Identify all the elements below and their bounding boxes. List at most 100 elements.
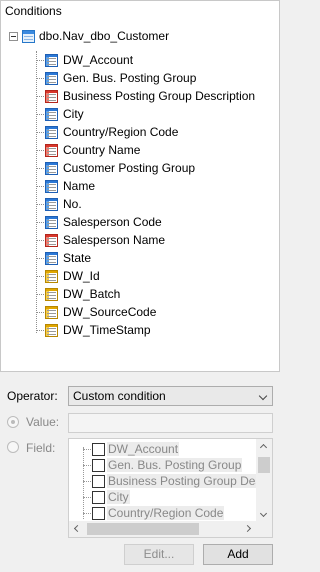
conditions-group: Conditions dbo.Nav_dbo_Customer DW_Accou… (0, 0, 280, 372)
tree-item-label: DW_Batch (63, 287, 121, 301)
tree-root-node[interactable]: dbo.Nav_dbo_Customer (9, 27, 169, 45)
list-connector-branch (83, 497, 91, 498)
value-label: Value: (26, 415, 60, 429)
field-list-item-label: Country/Region Code (107, 506, 225, 520)
field-yellow-icon (45, 287, 58, 301)
field-blue-icon (45, 161, 58, 175)
tree-item[interactable]: Country/Region Code (36, 123, 178, 141)
scroll-up-icon[interactable] (259, 443, 268, 452)
tree-item[interactable]: Name (36, 177, 95, 195)
tree-item[interactable]: City (36, 105, 84, 123)
field-blue-icon (45, 251, 58, 265)
tree-item-label: DW_SourceCode (63, 305, 157, 319)
tree-connector-branch (36, 311, 44, 313)
tree-connector-branch (36, 329, 44, 331)
tree-item-label: City (63, 107, 84, 121)
tree-connector-branch (36, 257, 44, 259)
operator-select[interactable]: Custom condition (68, 386, 273, 406)
tree-item-label: No. (63, 197, 82, 211)
tree-item-label: State (63, 251, 92, 265)
tree-item-label: Customer Posting Group (63, 161, 196, 175)
tree-item[interactable]: DW_Id (36, 267, 100, 285)
tree-item[interactable]: No. (36, 195, 82, 213)
field-label: Field: (26, 441, 56, 455)
tree-item[interactable]: DW_TimeStamp (36, 321, 151, 339)
tree-root-label: dbo.Nav_dbo_Customer (39, 29, 170, 43)
value-input[interactable] (68, 413, 273, 433)
checkbox[interactable] (92, 490, 105, 504)
operator-selected-value: Custom condition (73, 389, 166, 403)
value-radio[interactable] (7, 416, 19, 428)
vertical-scrollbar[interactable] (256, 439, 272, 523)
field-red-icon (45, 143, 58, 157)
field-red-icon (45, 89, 58, 103)
field-list-item[interactable]: Gen. Bus. Posting Group (92, 457, 243, 473)
checkbox[interactable] (92, 474, 105, 488)
horizontal-scrollbar[interactable] (69, 521, 256, 537)
tree-item-label: Name (63, 179, 96, 193)
tree-connector-branch (36, 77, 44, 79)
conditions-title: Conditions (5, 4, 62, 18)
tree-item-label: Salesperson Name (63, 233, 166, 247)
list-connector-branch (83, 465, 91, 466)
field-list-item-label: Business Posting Group Descrip (107, 474, 272, 488)
tree-item[interactable]: DW_Batch (36, 285, 120, 303)
tree-item-label: Business Posting Group Description (63, 89, 256, 103)
tree-item[interactable]: Business Posting Group Description (36, 87, 255, 105)
field-list-item[interactable]: Business Posting Group Descrip (92, 473, 272, 489)
edit-button[interactable]: Edit... (124, 544, 194, 565)
hscroll-thumb[interactable] (87, 523, 199, 535)
tree-item[interactable]: State (36, 249, 91, 267)
checkbox[interactable] (92, 458, 105, 472)
tree-connector-branch (36, 185, 44, 187)
tree-connector-branch (36, 59, 44, 61)
tree-item[interactable]: DW_Account (36, 51, 133, 69)
list-connector-branch (83, 513, 91, 514)
conditions-tree[interactable]: dbo.Nav_dbo_Customer DW_Account Gen. Bus.… (1, 23, 279, 371)
scroll-left-icon[interactable] (73, 524, 82, 533)
tree-connector-branch (36, 203, 44, 205)
field-blue-icon (45, 53, 58, 67)
field-listbox[interactable]: DW_Account Gen. Bus. Posting Group Busines… (68, 438, 273, 538)
field-list-item[interactable]: City (92, 489, 130, 505)
add-button[interactable]: Add (203, 544, 273, 565)
tree-connector-branch (36, 275, 44, 277)
tree-item[interactable]: Salesperson Name (36, 231, 165, 249)
field-yellow-icon (45, 323, 58, 337)
list-connector (83, 447, 84, 519)
table-icon (22, 29, 35, 43)
field-blue-icon (45, 71, 58, 85)
field-yellow-icon (45, 269, 58, 283)
list-connector-branch (83, 449, 91, 450)
tree-connector-branch (36, 95, 44, 97)
tree-item[interactable]: Country Name (36, 141, 140, 159)
field-red-icon (45, 233, 58, 247)
tree-connector-branch (36, 167, 44, 169)
field-list-item[interactable]: DW_Account (92, 441, 180, 457)
list-connector-branch (83, 481, 91, 482)
tree-item[interactable]: Customer Posting Group (36, 159, 195, 177)
chevron-down-icon (258, 391, 268, 401)
tree-item[interactable]: Salesperson Code (36, 213, 162, 231)
field-blue-icon (45, 197, 58, 211)
tree-item[interactable]: DW_SourceCode (36, 303, 156, 321)
checkbox[interactable] (92, 506, 105, 520)
field-radio[interactable] (7, 441, 19, 453)
collapse-icon[interactable] (9, 31, 18, 41)
field-yellow-icon (45, 305, 58, 319)
tree-connector-branch (36, 221, 44, 223)
field-blue-icon (45, 179, 58, 193)
tree-item[interactable]: Gen. Bus. Posting Group (36, 69, 196, 87)
scroll-down-icon[interactable] (259, 509, 268, 518)
checkbox[interactable] (92, 442, 105, 456)
tree-item-label: DW_TimeStamp (63, 323, 151, 337)
tree-item-label: Gen. Bus. Posting Group (63, 71, 197, 85)
tree-item-label: Country Name (63, 143, 141, 157)
field-list-item-label: Gen. Bus. Posting Group (107, 458, 243, 472)
field-list-item[interactable]: Country/Region Code (92, 505, 225, 521)
scroll-right-icon[interactable] (243, 524, 252, 533)
tree-item-label: Country/Region Code (63, 125, 179, 139)
scroll-thumb[interactable] (258, 457, 270, 473)
tree-connector-branch (36, 239, 44, 241)
field-blue-icon (45, 215, 58, 229)
